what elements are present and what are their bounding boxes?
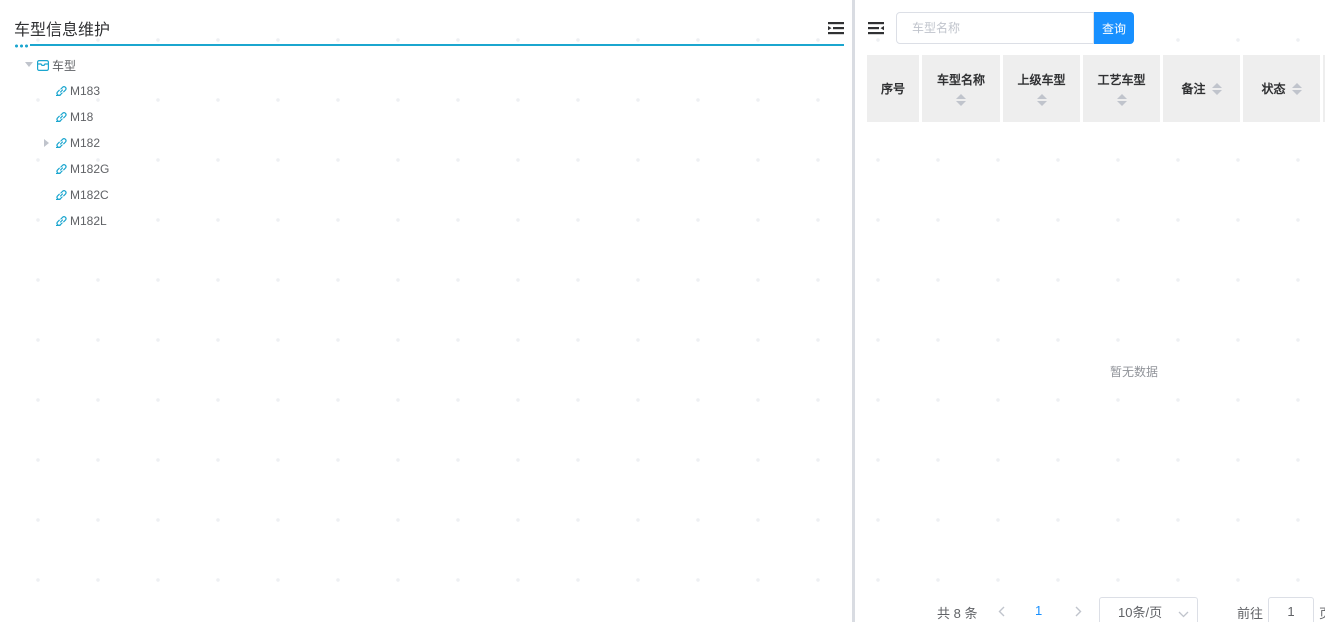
column-header-parent-vehicle[interactable]: 上级车型: [1003, 55, 1080, 122]
link-icon: [54, 136, 68, 150]
chevron-left-icon[interactable]: [991, 601, 1011, 621]
tree-node-label: M182C: [70, 188, 109, 202]
column-label: 上级车型: [1017, 72, 1066, 87]
table-header: 序号 车型名称 上级车型 工艺车型 备注 状态: [867, 55, 1325, 122]
column-header-index: 序号: [867, 55, 919, 122]
column-label: 备注: [1181, 81, 1206, 96]
chevron-right-icon[interactable]: [1068, 601, 1088, 621]
pagination-total: 共 8 条: [937, 606, 978, 621]
tree-node-label: M182L: [70, 214, 107, 228]
folder-icon: [36, 58, 50, 72]
link-icon: [54, 84, 68, 98]
page: 车型信息维护 车型 M183 M18 M182 M182G M182C M182…: [0, 0, 1325, 622]
goto-page-input[interactable]: [1268, 597, 1314, 622]
column-header-process-vehicle[interactable]: 工艺车型: [1083, 55, 1160, 122]
tree-node-m182g[interactable]: M182G: [18, 156, 838, 182]
link-icon: [54, 110, 68, 124]
tree-node-root[interactable]: 车型: [18, 52, 838, 78]
caret-placeholder: [40, 188, 54, 202]
empty-table-text: 暂无数据: [1110, 365, 1159, 379]
left-panel: 车型信息维护 车型 M183 M18 M182 M182G M182C M182…: [4, 2, 852, 622]
goto-unit-label: 页: [1319, 603, 1325, 622]
column-label: 工艺车型: [1097, 72, 1146, 87]
tree-node-m182c[interactable]: M182C: [18, 182, 838, 208]
column-header-vehicle-name[interactable]: 车型名称: [922, 55, 1000, 122]
vehicle-tree: 车型 M183 M18 M182 M182G M182C M182L: [18, 52, 838, 234]
sort-icon[interactable]: [1291, 82, 1302, 95]
goto-label: 前往: [1237, 606, 1264, 621]
caret-placeholder: [40, 110, 54, 124]
caret-placeholder: [40, 162, 54, 176]
caret-placeholder: [40, 214, 54, 228]
tree-node-m182l[interactable]: M182L: [18, 208, 838, 234]
chevron-down-icon: [1178, 606, 1189, 621]
tree-node-label: M183: [70, 84, 101, 98]
link-icon: [54, 188, 68, 202]
right-panel: 查询 序号 车型名称 上级车型 工艺车型 备注 状态: [855, 0, 1325, 622]
caret-placeholder: [40, 84, 54, 98]
caret-right-icon[interactable]: [40, 136, 54, 150]
tree-node-label: 车型: [52, 58, 77, 73]
column-header-remark[interactable]: 备注: [1163, 55, 1240, 122]
vehicle-name-search-input[interactable]: [896, 12, 1094, 44]
title-dots-decoration: [14, 44, 30, 48]
page-title: 车型信息维护: [14, 20, 111, 39]
sort-icon[interactable]: [1116, 93, 1127, 106]
tree-node-m182[interactable]: M182: [18, 130, 838, 156]
page-size-value: 10条/页: [1118, 604, 1163, 620]
link-icon: [54, 214, 68, 228]
caret-down-icon[interactable]: [22, 58, 36, 72]
sort-icon[interactable]: [1211, 82, 1222, 95]
pagination-page-current[interactable]: 1: [1035, 603, 1042, 618]
pagination: 共 8 条 1 10条/页 前往 页: [855, 596, 1325, 622]
column-label: 状态: [1261, 81, 1286, 96]
sort-icon[interactable]: [956, 93, 966, 106]
page-size-select[interactable]: 10条/页: [1099, 597, 1198, 622]
collapse-menu-icon[interactable]: [828, 21, 844, 35]
sort-icon[interactable]: [1036, 93, 1047, 106]
tree-node-label: M182G: [70, 162, 110, 176]
tree-node-m18[interactable]: M18: [18, 104, 838, 130]
link-icon: [54, 162, 68, 176]
expand-menu-icon[interactable]: [868, 21, 884, 35]
tree-node-m183[interactable]: M183: [18, 78, 838, 104]
column-label: 序号: [880, 81, 905, 96]
column-header-status[interactable]: 状态: [1243, 55, 1320, 122]
tree-node-label: M18: [70, 110, 94, 124]
column-label: 车型名称: [936, 72, 985, 87]
left-panel-header: 车型信息维护: [14, 12, 844, 48]
search-button[interactable]: 查询: [1094, 12, 1134, 44]
tree-node-label: M182: [70, 136, 101, 150]
